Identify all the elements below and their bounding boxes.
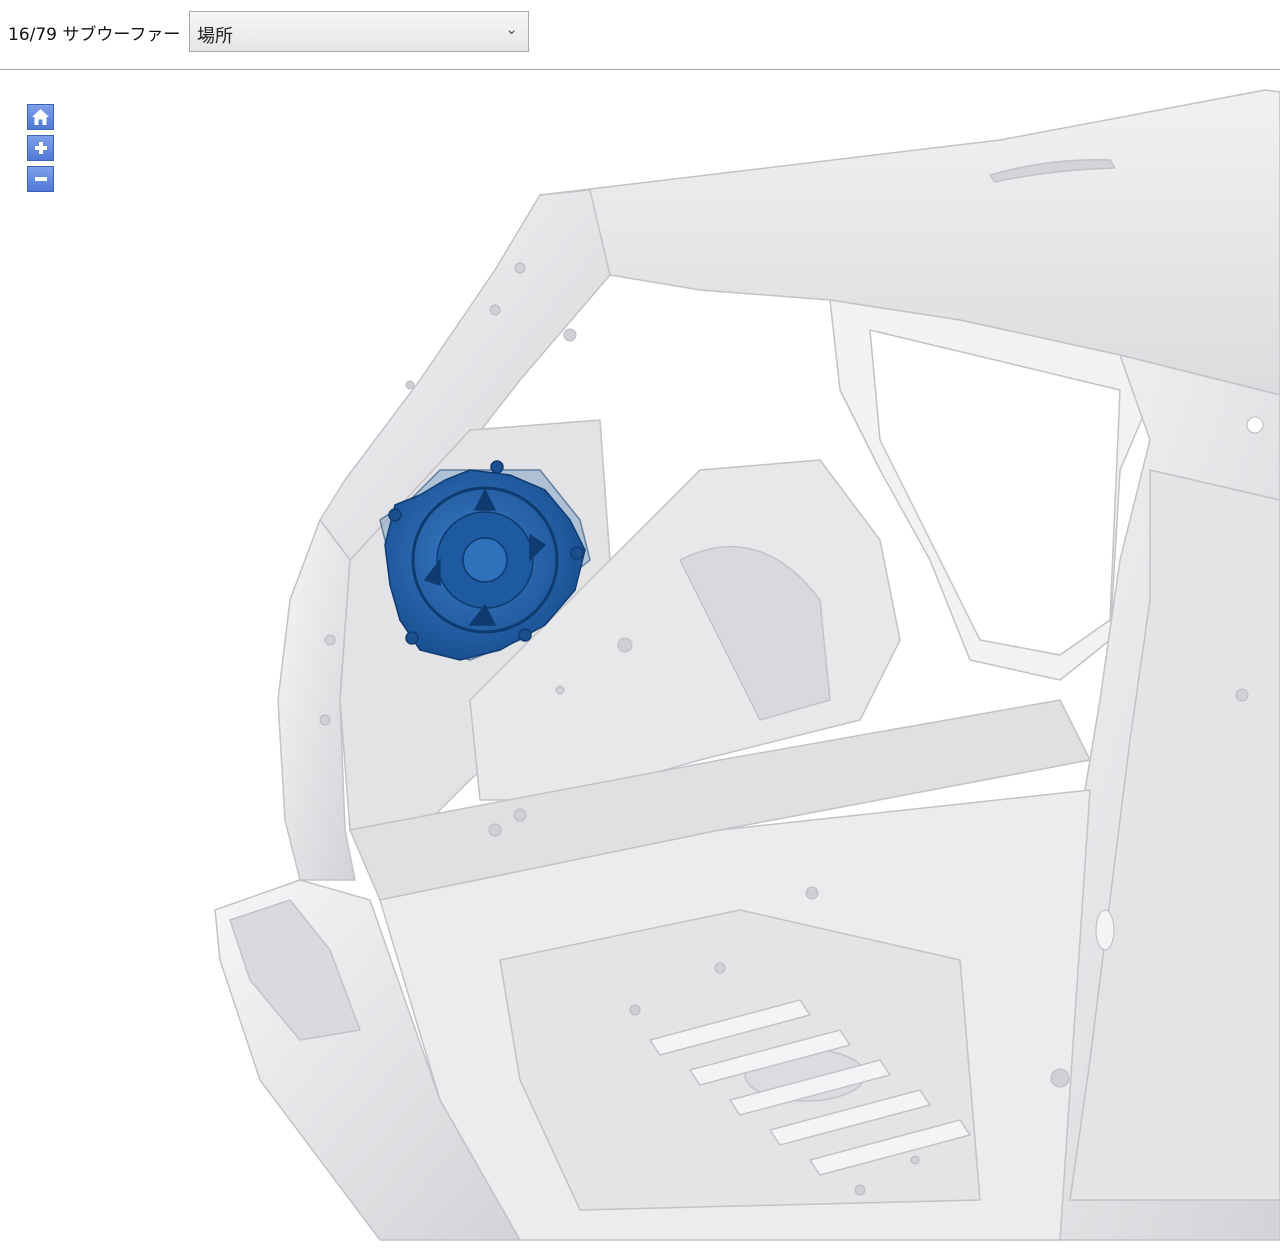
location-dropdown-value: 場所 [197, 26, 233, 47]
zoom-in-button[interactable] [27, 135, 54, 161]
chevron-down-icon: ⌄ [505, 20, 518, 38]
home-button[interactable] [27, 104, 54, 130]
view-controls [27, 104, 54, 197]
zoom-out-icon [34, 177, 47, 181]
toolbar: 16/79 サブウーファー 場所 ⌄ [0, 0, 1280, 70]
location-dropdown[interactable]: 場所 ⌄ [189, 11, 529, 52]
part-title: 16/79 サブウーファー [8, 25, 181, 45]
car-body-illustration [214, 89, 1280, 1241]
zoom-out-button[interactable] [27, 166, 54, 192]
3d-viewer[interactable] [0, 71, 1280, 1252]
home-icon [32, 109, 49, 125]
zoom-in-icon [34, 142, 47, 154]
